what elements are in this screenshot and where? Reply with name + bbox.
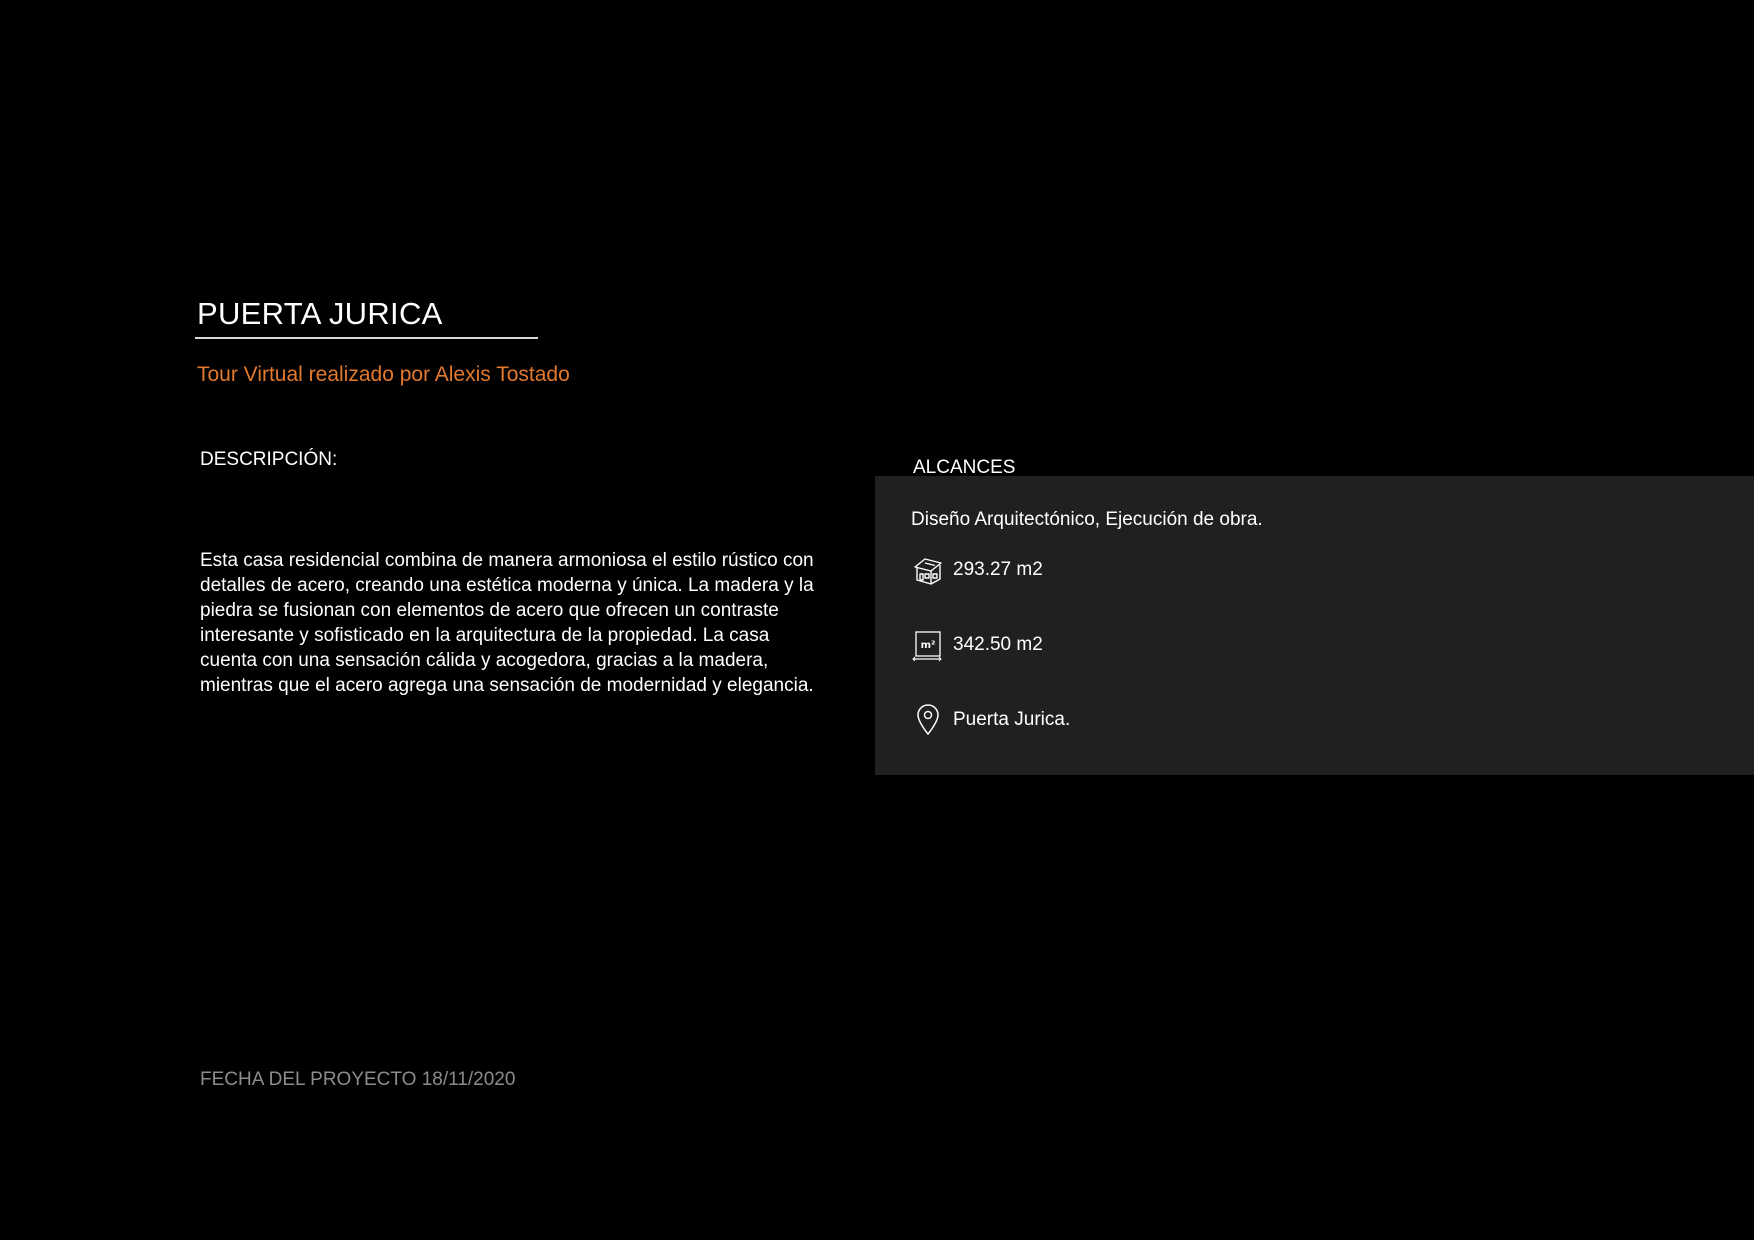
built-area-row: 293.27 m2 — [911, 552, 1043, 588]
location-value: Puerta Jurica. — [953, 709, 1071, 730]
subtitle: Tour Virtual realizado por Alexis Tostad… — [197, 363, 570, 386]
lot-area-row: m² 342.50 m2 — [911, 627, 1043, 663]
description-body: Esta casa residencial combina de manera … — [200, 548, 840, 698]
title-underline — [195, 337, 538, 339]
description-line: detalles de acero, creando una estética … — [200, 575, 814, 596]
location-pin-icon — [911, 703, 945, 737]
house-icon — [911, 553, 945, 587]
scope-services: Diseño Arquitectónico, Ejecución de obra… — [911, 509, 1263, 530]
lot-area-value: 342.50 m2 — [953, 634, 1043, 655]
area-icon-label: m² — [921, 640, 936, 651]
description-line: Esta casa residencial combina de manera … — [200, 550, 814, 571]
page-title: PUERTA JURICA — [197, 296, 443, 331]
area-icon: m² — [911, 628, 945, 662]
description-line: cuenta con una sensación cálida y acoged… — [200, 650, 769, 671]
scope-heading: ALCANCES — [913, 457, 1016, 478]
description-heading: DESCRIPCIÓN: — [200, 449, 338, 470]
built-area-value: 293.27 m2 — [953, 559, 1043, 580]
project-date: FECHA DEL PROYECTO 18/11/2020 — [200, 1069, 516, 1090]
description-line: interesante y sofisticado en la arquitec… — [200, 625, 770, 646]
description-line: piedra se fusionan con elementos de acer… — [200, 600, 779, 621]
description-line: mientras que el acero agrega una sensaci… — [200, 675, 814, 696]
location-row: Puerta Jurica. — [911, 702, 1070, 738]
